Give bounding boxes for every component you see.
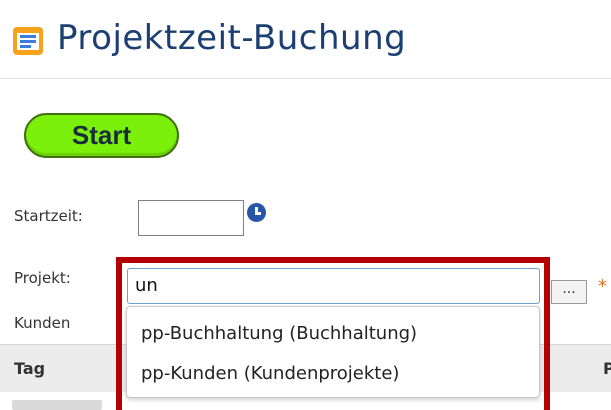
required-marker: * — [598, 276, 607, 297]
autocomplete-option[interactable]: pp-Buchhaltung (Buchhaltung) — [141, 323, 417, 344]
column-header-tag[interactable]: Tag — [14, 359, 45, 378]
clock-icon[interactable] — [247, 203, 266, 222]
page-title: Projektzeit-Buchung — [57, 18, 407, 58]
customer-label: Kunden — [14, 314, 71, 332]
project-input[interactable]: un — [127, 268, 540, 304]
autocomplete-dropdown: pp-Buchhaltung (Buchhaltung) pp-Kunden (… — [126, 306, 540, 398]
form-list-icon — [13, 27, 43, 55]
autocomplete-option[interactable]: pp-Kunden (Kundenprojekte) — [141, 363, 399, 384]
start-time-input[interactable] — [138, 200, 244, 236]
column-header-p[interactable]: P — [603, 359, 611, 378]
start-time-label: Startzeit: — [14, 207, 83, 225]
browse-button[interactable]: ... — [551, 280, 587, 304]
project-label: Projekt: — [14, 269, 71, 287]
start-button[interactable]: Start — [24, 113, 179, 158]
title-bar: Projektzeit-Buchung — [0, 0, 611, 79]
row-cell — [12, 400, 102, 410]
